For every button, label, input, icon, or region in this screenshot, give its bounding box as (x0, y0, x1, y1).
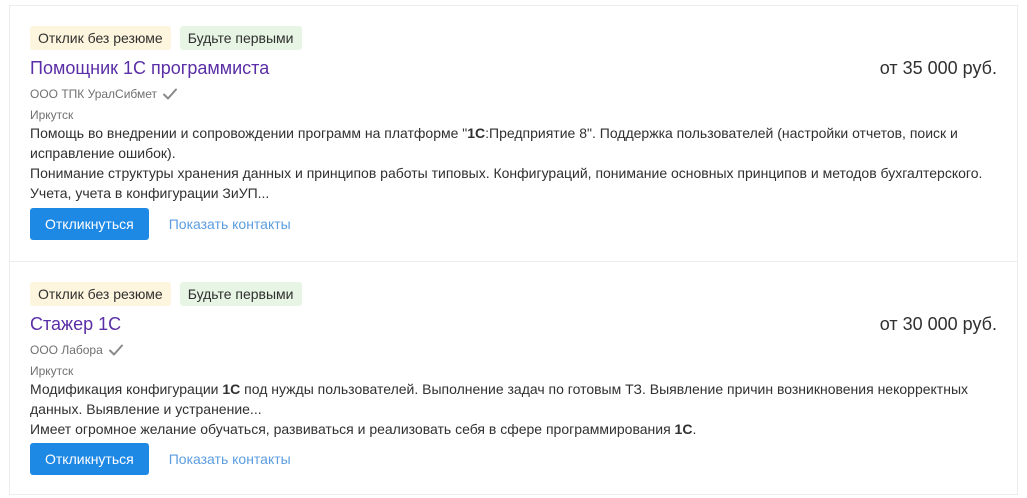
show-contacts-link[interactable]: Показать контакты (169, 451, 291, 467)
vacancy-salary: от 35 000 руб. (879, 58, 997, 78)
show-contacts-link[interactable]: Показать контакты (169, 216, 291, 232)
vacancy-actions: Откликнуться Показать контакты (30, 208, 291, 240)
vacancy-badges: Отклик без резюме Будьте первыми (30, 26, 302, 50)
respond-button[interactable]: Откликнуться (30, 443, 149, 475)
check-icon (108, 344, 123, 356)
vacancy-salary: от 30 000 руб. (879, 314, 997, 334)
vacancy-badges: Отклик без резюме Будьте первыми (30, 282, 302, 306)
be-first-badge: Будьте первыми (179, 282, 302, 306)
be-first-badge: Будьте первыми (179, 26, 302, 50)
vacancy-title-link[interactable]: Помощник 1С программиста (30, 57, 269, 79)
no-resume-badge: Отклик без резюме (30, 26, 171, 50)
description-requirements: Понимание структуры хранения данных и пр… (30, 165, 983, 201)
vacancy-city: Иркутск (30, 108, 74, 122)
company-name-link[interactable]: ООО ТПК УралСибмет (30, 86, 157, 102)
company-name-link[interactable]: ООО Лабора (30, 342, 103, 358)
vacancy-description: Модификация конфигурации 1С под нужды по… (30, 379, 990, 439)
company-row: ООО Лабора (30, 342, 124, 358)
no-resume-badge: Отклик без резюме (30, 282, 171, 306)
vacancy-actions: Откликнуться Показать контакты (30, 443, 291, 475)
description-requirements: Имеет огромное желание обучаться, развив… (30, 421, 697, 437)
check-icon (163, 88, 178, 100)
vacancy-city: Иркутск (30, 364, 74, 378)
description-responsibilities: Помощь во внедрении и сопровождении прог… (30, 125, 958, 161)
vacancy-list: Отклик без резюме Будьте первыми Помощни… (9, 5, 1018, 495)
vacancy-card: Отклик без резюме Будьте первыми Помощни… (10, 5, 1017, 261)
vacancy-card: Отклик без резюме Будьте первыми Стажер … (10, 261, 1017, 495)
vacancy-description: Помощь во внедрении и сопровождении прог… (30, 123, 990, 203)
respond-button[interactable]: Откликнуться (30, 208, 149, 240)
description-responsibilities: Модификация конфигурации 1С под нужды по… (30, 381, 969, 417)
vacancy-title-link[interactable]: Стажер 1С (30, 313, 121, 335)
company-row: ООО ТПК УралСибмет (30, 86, 178, 102)
